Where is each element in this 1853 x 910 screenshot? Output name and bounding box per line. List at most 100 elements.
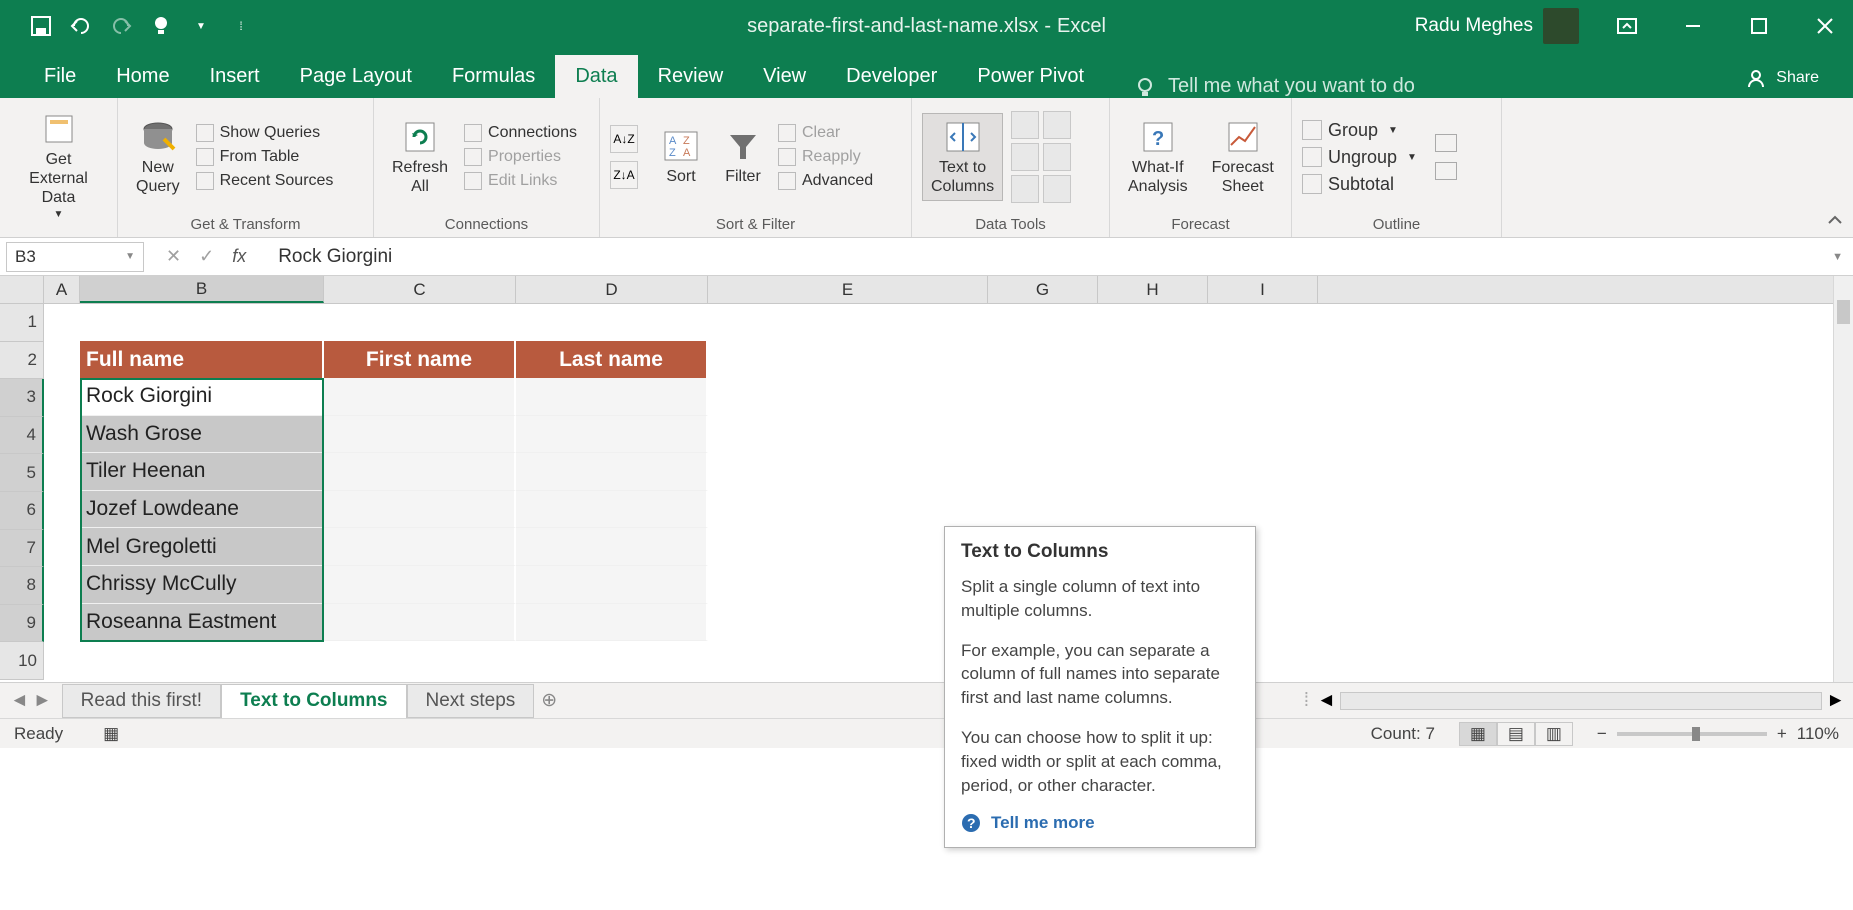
col-header-E[interactable]: E (708, 276, 988, 303)
tab-file[interactable]: File (24, 55, 96, 98)
hide-detail-icon[interactable] (1435, 162, 1457, 180)
cell-firstname[interactable] (324, 604, 516, 642)
col-header-G[interactable]: G (988, 276, 1098, 303)
show-detail-icon[interactable] (1435, 134, 1457, 152)
worksheet-grid[interactable]: ABCDEGHI 12345678910 Full name First nam… (0, 276, 1853, 682)
share-button[interactable]: Share (1736, 58, 1829, 98)
tab-page-layout[interactable]: Page Layout (280, 55, 432, 98)
reapply-button[interactable]: Reapply (778, 148, 873, 166)
col-header-H[interactable]: H (1098, 276, 1208, 303)
cell-firstname[interactable] (324, 378, 516, 416)
table-row[interactable]: Mel Gregoletti (80, 528, 708, 566)
prev-sheet-icon[interactable]: ◄ (10, 690, 29, 712)
cell-lastname[interactable] (516, 453, 708, 491)
page-layout-view-icon[interactable]: ▤ (1497, 722, 1535, 746)
row-header-2[interactable]: 2 (0, 342, 44, 380)
table-row[interactable]: Wash Grose (80, 416, 708, 454)
group-button[interactable]: Group▼ (1302, 120, 1417, 141)
get-external-data-button[interactable]: Get External Data ▼ (10, 106, 107, 226)
cell-lastname[interactable] (516, 491, 708, 529)
forecast-sheet-button[interactable]: Forecast Sheet (1204, 114, 1282, 200)
cell-fullname[interactable]: Tiler Heenan (80, 453, 324, 491)
row-header-10[interactable]: 10 (0, 642, 44, 680)
tab-developer[interactable]: Developer (826, 55, 957, 98)
flash-fill-icon[interactable] (1011, 111, 1039, 139)
scroll-thumb[interactable] (1837, 300, 1850, 324)
cell-lastname[interactable] (516, 416, 708, 454)
clear-button[interactable]: Clear (778, 124, 873, 142)
tell-me[interactable] (1134, 75, 1448, 98)
col-header-D[interactable]: D (516, 276, 708, 303)
tab-view[interactable]: View (743, 55, 826, 98)
cell-fullname[interactable]: Mel Gregoletti (80, 528, 324, 566)
consolidate-icon[interactable] (1043, 111, 1071, 139)
filter-button[interactable]: Filter (716, 123, 770, 190)
cell-firstname[interactable] (324, 453, 516, 491)
connections-button[interactable]: Connections (464, 124, 577, 142)
row-header-3[interactable]: 3 (0, 379, 44, 417)
cell-lastname[interactable] (516, 378, 708, 416)
row-header-7[interactable]: 7 (0, 530, 44, 568)
row-header-9[interactable]: 9 (0, 605, 44, 643)
sort-desc-icon[interactable]: Z↓A (610, 161, 638, 189)
collapse-ribbon-icon[interactable] (1823, 209, 1847, 233)
refresh-all-button[interactable]: Refresh All (384, 114, 456, 200)
row-header-1[interactable]: 1 (0, 304, 44, 342)
table-row[interactable]: Rock Giorgini (80, 378, 708, 416)
sheet-tab-read-this-first-[interactable]: Read this first! (62, 684, 221, 718)
properties-button[interactable]: Properties (464, 148, 577, 166)
row-header-4[interactable]: 4 (0, 417, 44, 455)
ribbon-display-icon[interactable] (1609, 8, 1645, 44)
from-table-button[interactable]: From Table (196, 148, 334, 166)
qat-dropdown-icon[interactable]: ▼ (190, 15, 212, 37)
tab-power-pivot[interactable]: Power Pivot (957, 55, 1104, 98)
cell-fullname[interactable]: Roseanna Eastment (80, 604, 324, 642)
table-row[interactable]: Chrissy McCully (80, 566, 708, 604)
cell-fullname[interactable]: Jozef Lowdeane (80, 491, 324, 529)
normal-view-icon[interactable]: ▦ (1459, 722, 1497, 746)
cell-firstname[interactable] (324, 416, 516, 454)
cell-lastname[interactable] (516, 566, 708, 604)
enter-formula-icon[interactable]: ✓ (199, 246, 214, 267)
col-header-I[interactable]: I (1208, 276, 1318, 303)
cell-firstname[interactable] (324, 491, 516, 529)
col-header-C[interactable]: C (324, 276, 516, 303)
scroll-right-icon[interactable]: ► (1826, 690, 1845, 712)
zoom-slider[interactable] (1617, 732, 1767, 736)
ungroup-button[interactable]: Ungroup▼ (1302, 147, 1417, 168)
undo-icon[interactable] (70, 15, 92, 37)
cell-firstname[interactable] (324, 528, 516, 566)
cell-firstname[interactable] (324, 566, 516, 604)
maximize-icon[interactable] (1741, 8, 1777, 44)
zoom-out-icon[interactable]: − (1597, 724, 1607, 744)
new-query-button[interactable]: New Query (128, 114, 188, 200)
sheet-tab-next-steps[interactable]: Next steps (407, 684, 535, 718)
expand-formula-icon[interactable]: ▼ (1822, 251, 1853, 263)
save-icon[interactable] (30, 15, 52, 37)
row-header-8[interactable]: 8 (0, 567, 44, 605)
user-account[interactable]: Radu Meghes (1415, 8, 1579, 44)
cell-lastname[interactable] (516, 604, 708, 642)
name-box[interactable]: B3 ▼ (6, 242, 144, 272)
relationships-icon[interactable] (1043, 143, 1071, 171)
add-sheet-button[interactable]: ⊕ (534, 689, 564, 712)
row-header-5[interactable]: 5 (0, 454, 44, 492)
remove-duplicates-icon[interactable] (1011, 143, 1039, 171)
table-row[interactable]: Roseanna Eastment (80, 604, 708, 642)
cancel-formula-icon[interactable]: ✕ (166, 246, 181, 267)
zoom-level[interactable]: 110% (1797, 724, 1839, 744)
formula-input[interactable]: Rock Giorgini (268, 246, 1822, 268)
horizontal-scrollbar[interactable]: ◄ ► (1317, 690, 1853, 712)
manage-data-model-icon[interactable] (1043, 175, 1071, 203)
col-header-B[interactable]: B (80, 276, 324, 303)
zoom-in-icon[interactable]: + (1777, 724, 1787, 744)
advanced-button[interactable]: Advanced (778, 172, 873, 190)
tell-me-more-link[interactable]: ? Tell me more (961, 813, 1239, 833)
data-validation-icon[interactable] (1011, 175, 1039, 203)
tab-formulas[interactable]: Formulas (432, 55, 555, 98)
show-queries-button[interactable]: Show Queries (196, 124, 334, 142)
col-header-A[interactable]: A (44, 276, 80, 303)
table-row[interactable]: Tiler Heenan (80, 453, 708, 491)
tab-insert[interactable]: Insert (190, 55, 280, 98)
tell-me-input[interactable] (1168, 75, 1448, 98)
